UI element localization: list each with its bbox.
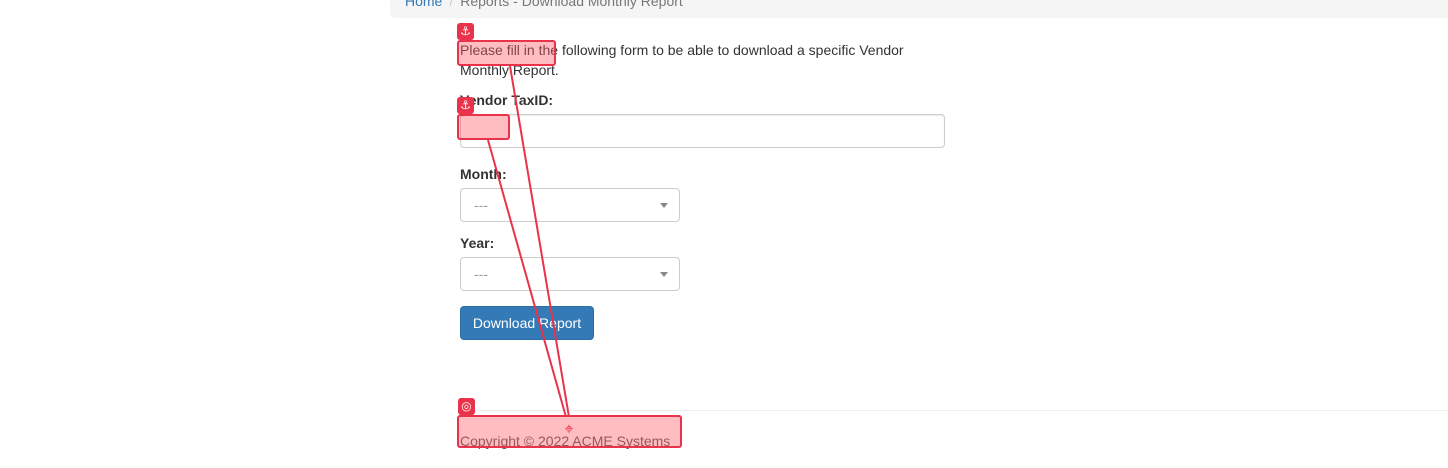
target-icon: ◎ — [458, 398, 475, 415]
breadcrumb-home-link[interactable]: Home — [405, 0, 442, 9]
breadcrumb-separator: / — [449, 0, 454, 9]
breadcrumb-current: Reports - Download Monthly Report — [460, 0, 683, 9]
anchor-icon: ⚓ — [457, 97, 474, 114]
chevron-down-icon — [660, 203, 668, 208]
chevron-down-icon — [660, 272, 668, 277]
breadcrumb: Home / Reports - Download Monthly Report — [405, 0, 683, 9]
anchor-icon: ⚓ — [457, 23, 474, 40]
month-label: Month: — [460, 166, 507, 182]
download-report-button[interactable]: Download Report — [460, 306, 594, 340]
month-select[interactable]: --- — [460, 188, 680, 222]
highlight-box-input — [457, 114, 510, 140]
month-select-value: --- — [474, 197, 488, 213]
highlight-box-intro — [457, 40, 556, 66]
breadcrumb-bar: Home / Reports - Download Monthly Report — [390, 0, 1448, 18]
vendor-taxid-input[interactable] — [460, 114, 945, 148]
year-select[interactable]: --- — [460, 257, 680, 291]
year-select-value: --- — [474, 266, 488, 282]
year-label: Year: — [460, 235, 495, 251]
crosshair-icon: ⌖ — [564, 419, 574, 438]
footer-divider — [460, 410, 1448, 411]
